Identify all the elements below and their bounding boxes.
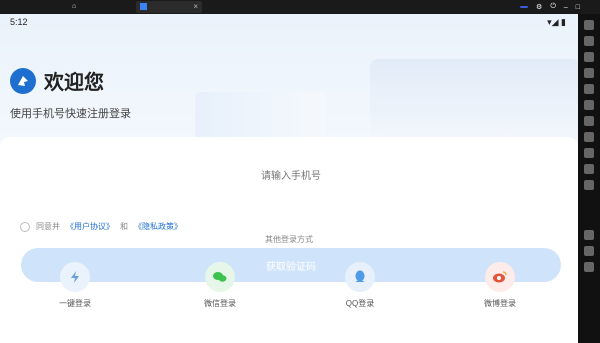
wechat-icon (205, 262, 235, 292)
one-click-login-label: 一键登录 (59, 299, 91, 308)
phone-input[interactable] (0, 170, 578, 183)
weibo-login-label: 微博登录 (484, 299, 516, 308)
toolbar-back-icon[interactable] (584, 230, 594, 240)
toolbar-recent-icon[interactable] (584, 262, 594, 272)
maximize-icon[interactable]: □ (576, 4, 580, 11)
page-title: 欢迎您 (44, 72, 104, 94)
status-pill[interactable] (520, 6, 529, 8)
agree-radio[interactable] (20, 221, 30, 232)
other-methods-label: 其他登录方式 (265, 235, 313, 244)
toolbar-volume-down-icon[interactable] (584, 52, 594, 62)
signal-battery-icon: ▾◢ ▮ (547, 17, 566, 27)
close-icon[interactable]: × (193, 1, 198, 13)
browser-tab-bar: ⌂ × ⚙ ⏻ – □ (0, 0, 600, 14)
toolbar-files-icon[interactable] (584, 132, 594, 142)
login-card: 同意并 《用户协议》 和 《隐私政策》 其他登录方式 获取验证码 一键登录 微信… (0, 137, 578, 343)
one-click-login-button[interactable]: 一键登录 (45, 262, 105, 309)
home-icon: ⌂ (72, 3, 77, 10)
emulator-toolbar (578, 14, 600, 343)
status-time: 5:12 (10, 17, 28, 27)
toolbar-home-icon[interactable] (584, 246, 594, 256)
weibo-login-button[interactable]: 微博登录 (470, 262, 530, 309)
weibo-icon (485, 262, 515, 292)
app-logo-icon (10, 68, 36, 94)
privacy-policy-link[interactable]: 《隐私政策》 (134, 221, 182, 232)
toolbar-location-icon[interactable] (584, 116, 594, 126)
toolbar-more-icon[interactable] (584, 180, 594, 190)
qq-icon (345, 262, 375, 292)
agreement-prefix: 同意并 (36, 222, 60, 231)
app-favicon-icon (140, 2, 147, 10)
toolbar-screenshot-icon[interactable] (584, 68, 594, 78)
toolbar-rotate-icon[interactable] (584, 84, 594, 94)
toolbar-record-icon[interactable] (584, 148, 594, 158)
wechat-login-label: 微信登录 (204, 299, 236, 308)
toolbar-multi-icon[interactable] (584, 164, 594, 174)
toolbar-volume-up-icon[interactable] (584, 36, 594, 46)
agreement-mid: 和 (120, 222, 128, 231)
qq-login-button[interactable]: QQ登录 (330, 262, 390, 309)
qq-login-label: QQ登录 (345, 299, 375, 308)
toolbar-keyboard-icon[interactable] (584, 20, 594, 30)
page-subtitle: 使用手机号快速注册登录 (10, 108, 131, 120)
agreement-row: 同意并 《用户协议》 和 《隐私政策》 (20, 221, 182, 232)
minimize-icon[interactable]: – (564, 4, 568, 11)
power-icon[interactable]: ⏻ (550, 3, 556, 11)
decorative-building (370, 59, 578, 149)
bolt-icon (60, 262, 90, 292)
settings-icon[interactable]: ⚙ (536, 3, 542, 11)
toolbar-shake-icon[interactable] (584, 100, 594, 110)
user-agreement-link[interactable]: 《用户协议》 (66, 221, 114, 232)
wechat-login-button[interactable]: 微信登录 (190, 262, 250, 309)
phone-screen: 5:12 ▾◢ ▮ 欢迎您 使用手机号快速注册登录 同意并 《用户协议》 和 《… (0, 14, 578, 343)
tab-home[interactable]: ⌂ (72, 1, 132, 13)
tab-app[interactable]: × (136, 1, 202, 13)
